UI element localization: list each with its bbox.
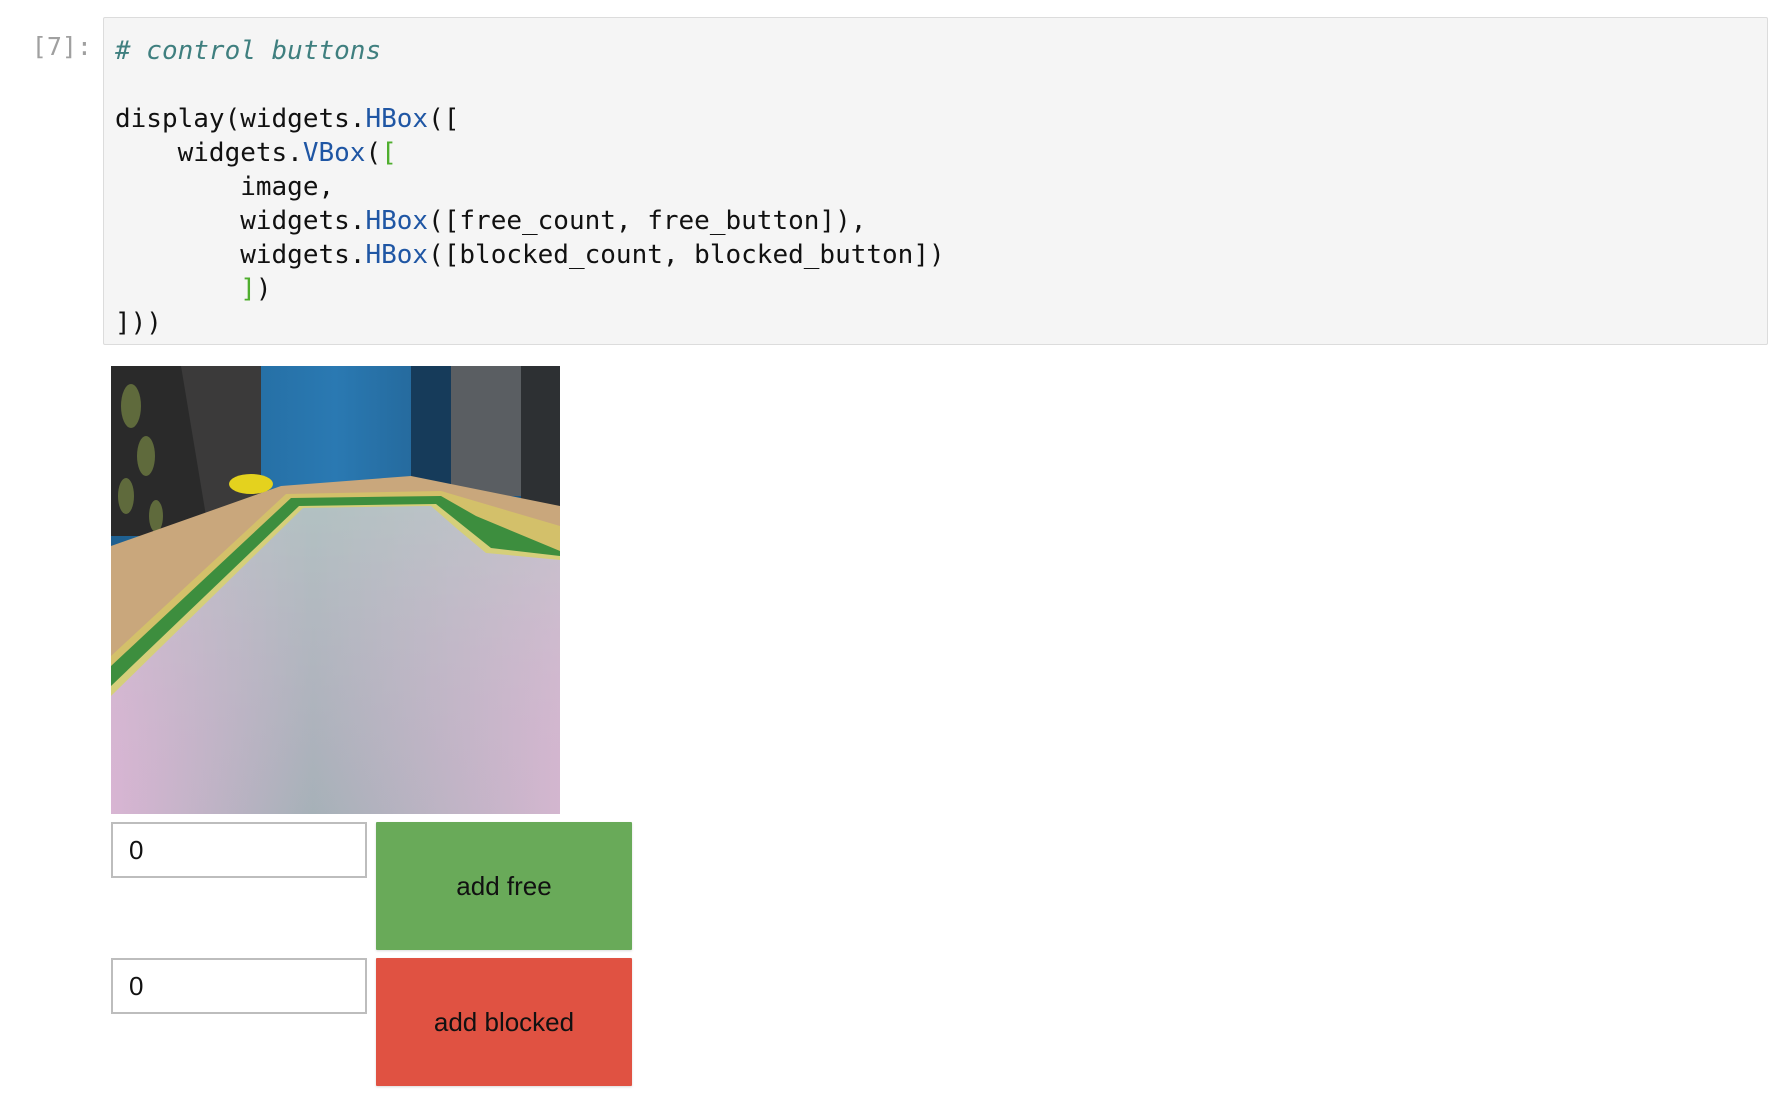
- code-token: image,: [115, 172, 335, 202]
- code-token: HBox: [365, 240, 429, 270]
- code-token: ([blocked_count, blocked_button]): [428, 240, 945, 270]
- code-token: # control buttons: [115, 36, 382, 66]
- cell-prompt: [7]:: [31, 32, 92, 61]
- code-token: widgets.: [115, 206, 366, 236]
- code-token: widgets.: [115, 240, 366, 270]
- code-cell-editor[interactable]: # control buttons display(widgets.HBox([…: [103, 17, 1768, 345]
- code-token: HBox: [365, 206, 429, 236]
- code-token: ])): [115, 308, 162, 338]
- code-token: ([: [428, 104, 460, 134]
- code-token: display(widgets.: [115, 104, 366, 134]
- code-token: [: [381, 138, 397, 168]
- code-token: ): [255, 274, 272, 304]
- code-token: HBox: [365, 104, 429, 134]
- free-count-input[interactable]: [111, 822, 367, 878]
- add-blocked-button[interactable]: add blocked: [376, 958, 632, 1086]
- code-token: ]: [240, 274, 256, 304]
- camera-image: [111, 366, 560, 814]
- code-token: VBox: [302, 138, 366, 168]
- code-text[interactable]: # control buttons display(widgets.HBox([…: [115, 34, 945, 340]
- add-free-button[interactable]: add free: [376, 822, 632, 950]
- code-token: widgets.: [115, 138, 303, 168]
- code-token: ([free_count, free_button]),: [428, 206, 867, 236]
- yellow-object: [229, 474, 273, 494]
- code-token: (: [365, 138, 382, 168]
- blocked-count-input[interactable]: [111, 958, 367, 1014]
